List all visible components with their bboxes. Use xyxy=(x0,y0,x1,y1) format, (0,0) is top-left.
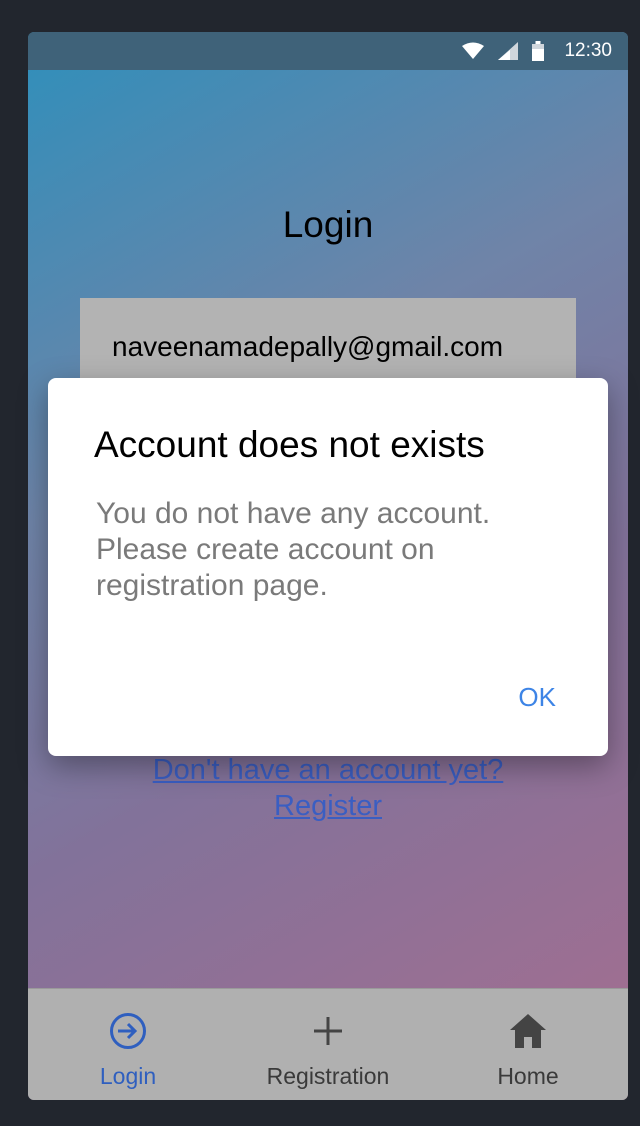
bottom-nav: Login Registration Home xyxy=(28,988,628,1100)
battery-icon xyxy=(532,41,545,61)
nav-item-registration[interactable]: Registration xyxy=(228,989,428,1100)
alert-dialog: Account does not exists You do not have … xyxy=(48,378,608,756)
status-time: 12:30 xyxy=(564,40,612,61)
login-icon xyxy=(108,1011,148,1051)
wifi-icon xyxy=(462,42,485,60)
home-icon xyxy=(510,1011,546,1051)
nav-item-home[interactable]: Home xyxy=(428,989,628,1100)
nav-label-registration: Registration xyxy=(266,1063,390,1089)
nav-item-login[interactable]: Login xyxy=(28,989,228,1100)
register-link-line2[interactable]: Register xyxy=(28,788,628,824)
signal-icon xyxy=(498,42,519,60)
nav-label-home: Home xyxy=(497,1063,559,1089)
plus-icon xyxy=(312,1011,344,1051)
status-icons: 12:30 xyxy=(462,32,612,70)
dialog-title: Account does not exists xyxy=(94,424,485,465)
register-link-line1[interactable]: Don't have an account yet? xyxy=(28,752,628,788)
page-title: Login xyxy=(282,204,374,245)
ok-button[interactable]: OK xyxy=(518,682,556,713)
dialog-message: You do not have any account. Please crea… xyxy=(96,497,491,602)
status-bar: 12:30 xyxy=(28,32,628,70)
nav-label-login: Login xyxy=(99,1063,157,1089)
register-link[interactable]: Don't have an account yet? Register xyxy=(28,752,628,824)
